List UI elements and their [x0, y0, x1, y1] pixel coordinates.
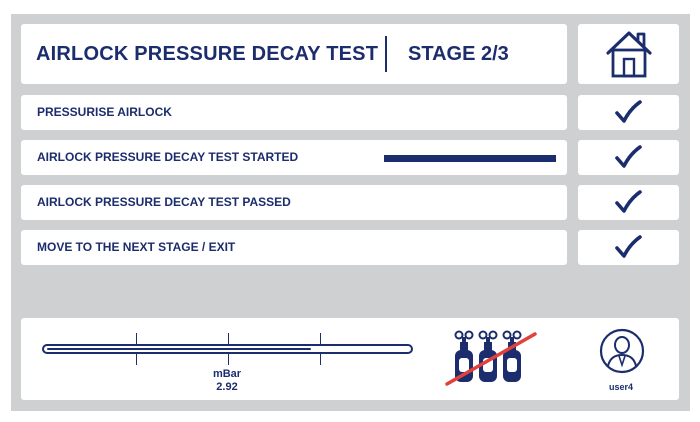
check-icon — [615, 235, 642, 258]
step-row-next-stage[interactable]: MOVE TO THE NEXT STAGE / EXIT — [21, 230, 567, 265]
step-row-test-started: AIRLOCK PRESSURE DECAY TEST STARTED — [21, 140, 567, 175]
gas-cylinders-crossed-icon — [445, 330, 537, 386]
step-status — [578, 185, 679, 220]
page-title: AIRLOCK PRESSURE DECAY TEST — [36, 43, 379, 65]
step-label: AIRLOCK PRESSURE DECAY TEST PASSED — [37, 195, 291, 209]
user-account-button[interactable]: user4 — [591, 328, 651, 396]
check-icon — [615, 100, 642, 123]
step-label: PRESSURISE AIRLOCK — [37, 105, 172, 119]
step-status — [578, 230, 679, 265]
title-divider — [385, 36, 387, 72]
step-progress-bar — [384, 155, 556, 162]
user-avatar-icon — [599, 328, 645, 374]
step-label: AIRLOCK PRESSURE DECAY TEST STARTED — [37, 150, 299, 164]
pressure-value: 2.92 — [216, 381, 238, 393]
pressure-gauge-fill — [47, 348, 311, 350]
pressure-unit: mBar — [212, 368, 242, 380]
pressure-gauge — [42, 344, 413, 354]
step-status — [578, 95, 679, 130]
step-status — [578, 140, 679, 175]
check-icon — [615, 190, 642, 213]
title-bar: AIRLOCK PRESSURE DECAY TEST STAGE 2/3 — [21, 24, 567, 84]
status-panel: mBar 2.92 user4 — [21, 318, 679, 400]
step-row-pressurise: PRESSURISE AIRLOCK — [21, 95, 567, 130]
step-row-test-passed: AIRLOCK PRESSURE DECAY TEST PASSED — [21, 185, 567, 220]
stage-indicator: STAGE 2/3 — [408, 43, 509, 65]
home-icon — [606, 31, 652, 78]
check-icon — [615, 145, 642, 168]
home-button[interactable] — [578, 24, 679, 84]
user-name: user4 — [608, 382, 634, 392]
step-label: MOVE TO THE NEXT STAGE / EXIT — [37, 240, 236, 254]
